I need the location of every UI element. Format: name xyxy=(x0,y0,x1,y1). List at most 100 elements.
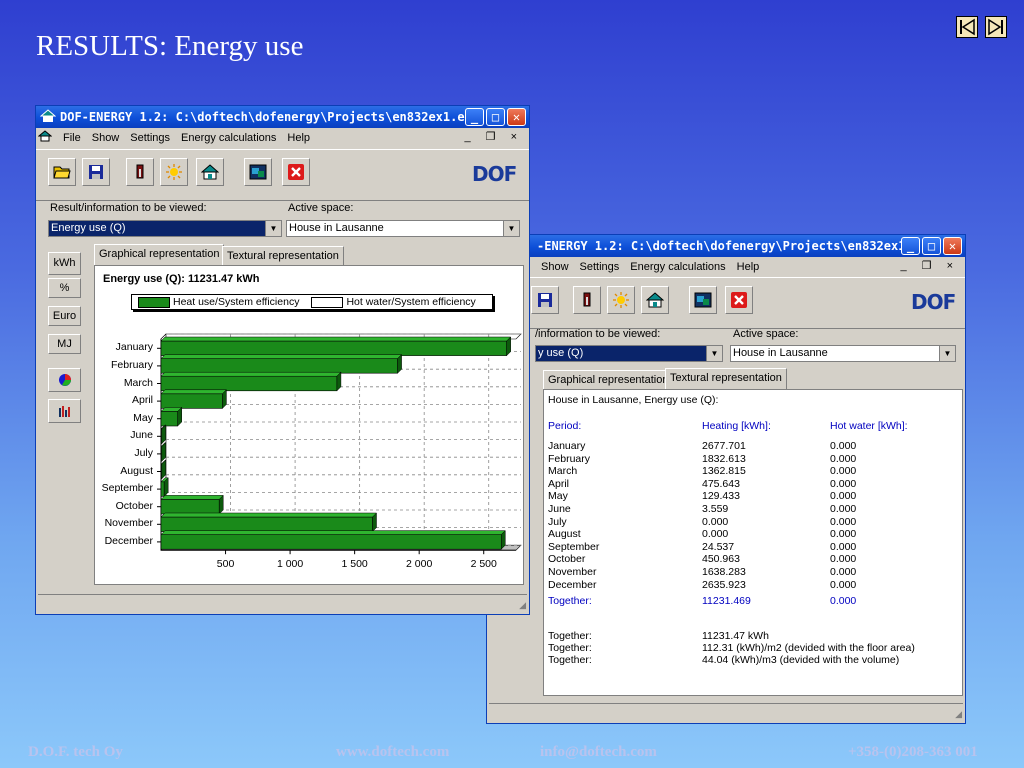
summary-label-2: Together: xyxy=(548,642,592,654)
report-button[interactable] xyxy=(244,158,272,186)
unit-kwh-button[interactable]: kWh xyxy=(48,252,81,275)
tab-graphical[interactable]: Graphical representation xyxy=(543,370,674,389)
thermometer-button[interactable] xyxy=(126,158,154,186)
resize-grip-icon[interactable]: ◢ xyxy=(955,709,962,720)
space-label: Active space: xyxy=(733,328,799,340)
bar-october xyxy=(160,499,220,515)
resize-grip-icon[interactable]: ◢ xyxy=(519,600,526,611)
tab-graphical[interactable]: Graphical representation xyxy=(94,244,225,265)
close-button[interactable]: ✕ xyxy=(943,237,962,255)
slide-nav xyxy=(956,16,1007,38)
menu-energy-calculations[interactable]: Energy calculations xyxy=(630,261,725,273)
exit-icon xyxy=(731,292,747,308)
menu-settings[interactable]: Settings xyxy=(580,261,620,273)
exit-button[interactable] xyxy=(282,158,310,186)
window1-statusbar xyxy=(38,594,527,612)
row-period: January xyxy=(548,440,586,452)
pie-chart-icon xyxy=(58,374,71,386)
bar-april xyxy=(160,393,223,409)
save-button[interactable] xyxy=(531,286,559,314)
textual-panel: House in Lausanne, Energy use (Q): Perio… xyxy=(543,389,963,696)
bar-march xyxy=(160,375,338,392)
first-slide-icon[interactable] xyxy=(956,16,978,38)
row-heating: 0.000 xyxy=(702,528,729,541)
row-period: September xyxy=(548,540,600,553)
bar-chart-button[interactable] xyxy=(48,399,81,423)
bar-top-october xyxy=(160,495,224,500)
row-period: December xyxy=(548,578,597,591)
summary-label-3: Together: xyxy=(548,654,592,666)
result-value: Energy use (Q) xyxy=(51,222,126,234)
maximize-button[interactable]: □ xyxy=(922,237,941,255)
row-heating: 1638.283 xyxy=(702,566,746,578)
minimize-button[interactable]: _ xyxy=(465,108,484,126)
space-select[interactable]: House in Lausanne ▼ xyxy=(730,345,956,362)
energy-bar-chart xyxy=(157,333,522,555)
bar-top-january xyxy=(160,336,512,342)
result-select[interactable]: Energy use (Q) ▼ xyxy=(48,220,282,237)
dropdown-arrow-icon[interactable]: ▼ xyxy=(265,221,281,236)
tab-textural[interactable]: Textural representation xyxy=(665,368,787,389)
sun-button[interactable] xyxy=(607,286,635,314)
row-heating: 2635.923 xyxy=(702,578,746,591)
menu-help[interactable]: Help xyxy=(737,261,760,273)
dropdown-arrow-icon[interactable]: ▼ xyxy=(706,346,722,361)
bar-top-march xyxy=(160,371,342,377)
mdi-controls[interactable]: _ ❐ × xyxy=(464,130,523,143)
maximize-button[interactable]: □ xyxy=(486,108,505,126)
save-button[interactable] xyxy=(82,158,110,186)
unit-percent-button[interactable]: % xyxy=(48,278,81,298)
report-button[interactable] xyxy=(689,286,717,314)
window1-titlebar[interactable]: DOF-ENERGY 1.2: C:\doftech\dofenergy\Pro… xyxy=(36,106,529,128)
exit-button[interactable] xyxy=(725,286,753,314)
window2-toolbar: DOF xyxy=(487,277,965,329)
minimize-button[interactable]: _ xyxy=(901,237,920,255)
tab-textural[interactable]: Textural representation xyxy=(222,246,344,265)
row-heating: 1362.815 xyxy=(702,465,746,478)
folder-icon xyxy=(53,166,71,179)
bar-top-december xyxy=(160,530,506,535)
menu-file[interactable]: File xyxy=(63,132,81,144)
row-period: November xyxy=(548,566,597,578)
dropdown-arrow-icon[interactable]: ▼ xyxy=(503,221,519,236)
thermometer-button[interactable] xyxy=(573,286,601,314)
summary-label-1: Together: xyxy=(548,630,592,642)
row-hotwater: 0.000 xyxy=(830,440,857,452)
menu-settings[interactable]: Settings xyxy=(130,132,170,144)
window2-titlebar[interactable]: -ENERGY 1.2: C:\doftech\dofenergy\Projec… xyxy=(487,235,965,257)
row-hotwater: 0.000 xyxy=(830,578,857,591)
save-icon xyxy=(89,165,103,179)
house-button[interactable] xyxy=(196,158,224,186)
unit-mj-button[interactable]: MJ xyxy=(48,334,81,354)
close-button[interactable]: ✕ xyxy=(507,108,526,126)
dof-logo: DOF xyxy=(472,162,517,186)
menu-help[interactable]: Help xyxy=(287,132,310,144)
open-button[interactable] xyxy=(48,158,76,186)
app-house-icon xyxy=(39,108,57,126)
row-period: May xyxy=(548,490,568,503)
col-period: Period: xyxy=(548,420,582,432)
result-select[interactable]: y use (Q) ▼ xyxy=(535,345,723,362)
house-icon xyxy=(646,292,664,308)
next-slide-icon[interactable] xyxy=(985,16,1007,38)
menu-energy-calculations[interactable]: Energy calculations xyxy=(181,132,276,144)
dropdown-arrow-icon[interactable]: ▼ xyxy=(939,346,955,361)
unit-euro-button[interactable]: Euro xyxy=(48,306,81,326)
footer-email: info@doftech.com xyxy=(540,744,657,760)
row-heating: 0.000 xyxy=(702,515,729,528)
row-heating: 450.963 xyxy=(702,553,740,566)
slide-title: RESULTS: Energy use xyxy=(36,30,304,62)
row-hotwater: 0.000 xyxy=(830,477,857,490)
mdi-controls[interactable]: _ ❐ × xyxy=(900,259,959,272)
pie-chart-button[interactable] xyxy=(48,368,81,392)
menu-show[interactable]: Show xyxy=(92,132,120,144)
house-button[interactable] xyxy=(641,286,669,314)
space-select[interactable]: House in Lausanne ▼ xyxy=(286,220,520,237)
row-hotwater: 0.000 xyxy=(830,465,857,478)
menu-show[interactable]: Show xyxy=(541,261,569,273)
row-hotwater: 0.000 xyxy=(830,490,857,503)
total-label: Together: xyxy=(548,595,592,607)
total-heating: 11231.469 xyxy=(702,595,751,607)
menu-app-icon[interactable] xyxy=(37,130,53,145)
sun-button[interactable] xyxy=(160,158,188,186)
